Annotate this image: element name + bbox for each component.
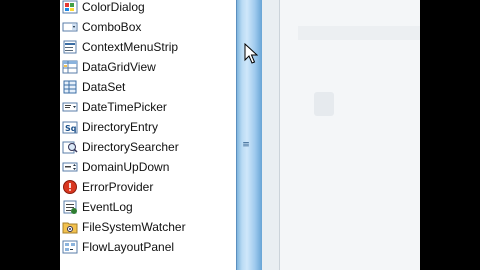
toolbox-item-label: ErrorProvider [82, 180, 154, 194]
letterbox-left [0, 0, 60, 270]
dataset-icon [62, 79, 78, 95]
toolbox-item-label: DataGridView [82, 60, 156, 74]
toolbox-item-label: DateTimePicker [82, 100, 167, 114]
directory-entry-icon: Sq [62, 119, 78, 135]
toolbox-item-label: DirectorySearcher [82, 140, 179, 154]
combobox-icon [62, 19, 78, 35]
designer-faint-glyph [314, 92, 334, 116]
toolbox-item-datetimepicker[interactable]: DateTimePicker [60, 97, 236, 117]
toolbox-item-label: DomainUpDown [82, 160, 170, 174]
datagridview-icon [62, 59, 78, 75]
datetimepicker-icon [62, 99, 78, 115]
splitter-grip-icon[interactable]: ≡ [242, 141, 250, 150]
toolbox-item-label: FileSystemWatcher [82, 220, 186, 234]
toolbox-item-label: DataSet [82, 80, 126, 94]
toolbox-item-label: ColorDialog [82, 0, 145, 14]
toolbox-item-eventlog[interactable]: EventLog [60, 197, 236, 217]
eventlog-icon [62, 199, 78, 215]
toolbox-item-filesystemwatcher[interactable]: FileSystemWatcher [60, 217, 236, 237]
toolbox-item-label: ComboBox [82, 20, 142, 34]
color-dialog-icon [62, 0, 78, 15]
error-provider-icon [62, 179, 78, 195]
toolbox-item-dataset[interactable]: DataSet [60, 77, 236, 97]
toolbox-item-domainupdown[interactable]: DomainUpDown [60, 157, 236, 177]
panel-divider [262, 0, 280, 270]
toolbox-item-label: DirectoryEntry [82, 120, 159, 134]
toolbox-item-contextmenustrip[interactable]: ContextMenuStrip [60, 37, 236, 57]
filesystemwatcher-icon [62, 219, 78, 235]
toolbox-item-label: ContextMenuStrip [82, 40, 179, 54]
designer-toolbar [298, 26, 420, 40]
domain-updown-icon [62, 159, 78, 175]
toolbox-item-directoryentry[interactable]: Sq DirectoryEntry [60, 117, 236, 137]
toolbox-item-errorprovider[interactable]: ErrorProvider [60, 177, 236, 197]
toolbox-item-flowlayoutpanel[interactable]: FlowLayoutPanel [60, 237, 236, 257]
toolbox-item-directorysearcher[interactable]: DirectorySearcher [60, 137, 236, 157]
form-designer-surface[interactable] [280, 0, 420, 270]
svg-text:Sq: Sq [65, 124, 77, 133]
mouse-cursor-icon [244, 43, 258, 64]
directory-searcher-icon [62, 139, 78, 155]
toolbox-item-label: FlowLayoutPanel [82, 240, 175, 254]
letterbox-right [420, 0, 480, 270]
toolbox-panel: ColorDialog ComboBox ContextMenuStrip Da… [60, 0, 236, 270]
toolbox-item-datagridview[interactable]: DataGridView [60, 57, 236, 77]
toolbox-item-label: EventLog [82, 200, 133, 214]
flowlayoutpanel-icon [62, 239, 78, 255]
toolbox-item-combobox[interactable]: ComboBox [60, 17, 236, 37]
toolbox-item-colordialog[interactable]: ColorDialog [60, 0, 236, 17]
context-menu-strip-icon [62, 39, 78, 55]
toolbox-splitter[interactable]: ≡ [236, 0, 262, 270]
